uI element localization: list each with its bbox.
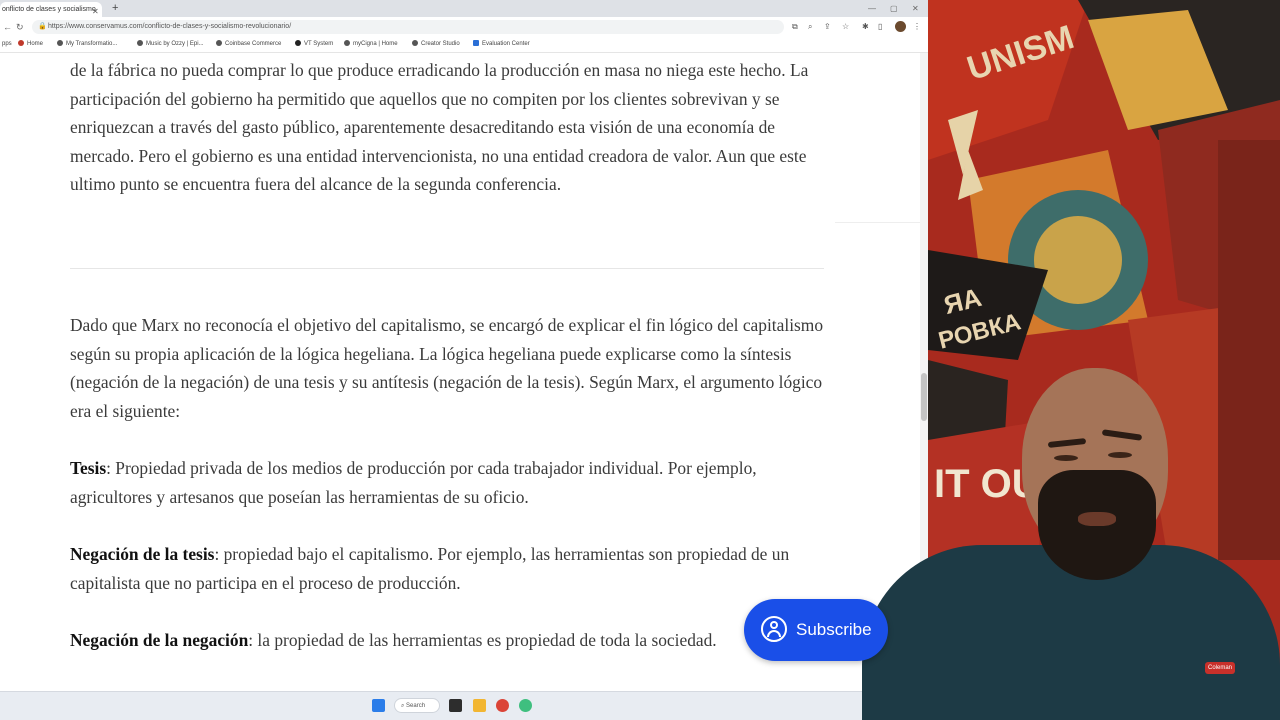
browser-tab[interactable]: onflicto de clases y socialismo ✕ bbox=[0, 2, 102, 17]
reload-icon[interactable]: ↻ bbox=[16, 21, 24, 33]
task-view-icon[interactable] bbox=[449, 699, 462, 712]
apps-icon[interactable]: pps bbox=[2, 37, 12, 52]
negation-thesis-term: Negación de la tesis bbox=[70, 544, 215, 564]
tab-bar: onflicto de clases y socialismo ✕ + — ▢ … bbox=[0, 0, 928, 17]
thesis-term: Tesis bbox=[70, 458, 107, 478]
article-paragraph-1: de la fábrica no pueda comprar lo que pr… bbox=[70, 60, 809, 195]
taskbar-search-label: Search bbox=[406, 703, 426, 709]
tab-close-icon[interactable]: ✕ bbox=[92, 4, 99, 17]
lock-icon: 🔒 bbox=[38, 23, 47, 30]
subscribe-button[interactable]: Subscribe bbox=[744, 599, 888, 661]
bookmark-mycigna[interactable]: myCigna | Home bbox=[344, 37, 398, 52]
windows-taskbar: ⌕ Search bbox=[0, 691, 928, 720]
bookmark-evaluation-center[interactable]: Evaluation Center bbox=[473, 37, 530, 52]
minimize-icon[interactable]: — bbox=[868, 2, 876, 15]
person-left-eye bbox=[1054, 455, 1078, 461]
tab-title: onflicto de clases y socialismo bbox=[2, 6, 96, 13]
home-bookmark-icon bbox=[18, 40, 24, 47]
negation-negation-term: Negación de la negación bbox=[70, 630, 249, 650]
subscribe-label: Subscribe bbox=[796, 620, 872, 639]
section-divider bbox=[70, 268, 824, 269]
globe-icon bbox=[412, 40, 418, 47]
user-icon bbox=[761, 616, 787, 642]
bookmark-creator-studio[interactable]: Creator Studio bbox=[412, 37, 460, 52]
address-bar[interactable]: 🔒 https://www.conservamus.com/conflicto-… bbox=[32, 20, 784, 34]
window-close-icon[interactable]: ✕ bbox=[912, 2, 919, 15]
file-explorer-icon[interactable] bbox=[473, 699, 486, 712]
menu-icon[interactable]: ⋮ bbox=[913, 21, 921, 33]
globe-icon bbox=[344, 40, 350, 47]
windows-icon bbox=[473, 40, 479, 47]
share-icon[interactable]: ⇪ bbox=[824, 21, 831, 33]
new-tab-icon[interactable]: + bbox=[112, 2, 118, 15]
negation-thesis-paragraph: Negación de la tesis: propiedad bajo el … bbox=[70, 540, 830, 597]
margin-divider bbox=[835, 222, 920, 223]
bookmark-coinbase[interactable]: Coinbase Commerce bbox=[216, 37, 281, 52]
translate-icon[interactable]: ⧉ bbox=[792, 21, 798, 33]
taskbar-search[interactable]: ⌕ Search bbox=[394, 698, 440, 713]
article-paragraph-2: Dado que Marx no reconocía el objetivo d… bbox=[70, 315, 824, 421]
app-icon[interactable] bbox=[519, 699, 532, 712]
chrome-icon[interactable] bbox=[496, 699, 509, 712]
maximize-icon[interactable]: ▢ bbox=[890, 2, 898, 15]
shirt-logo: Coleman bbox=[1205, 662, 1235, 674]
scrollbar-thumb[interactable] bbox=[921, 373, 927, 421]
thesis-paragraph: Tesis: Propiedad privada de los medios d… bbox=[70, 454, 830, 511]
vt-icon bbox=[295, 40, 301, 47]
star-icon[interactable]: ☆ bbox=[842, 21, 849, 33]
sidepanel-icon[interactable]: ▯ bbox=[878, 21, 882, 33]
start-icon[interactable] bbox=[372, 699, 385, 712]
article-content: de la fábrica no pueda comprar lo que pr… bbox=[0, 53, 920, 691]
globe-icon bbox=[137, 40, 143, 47]
thesis-text: : Propiedad privada de los medios de pro… bbox=[70, 458, 757, 507]
negation-negation-paragraph: Negación de la negación: la propiedad de… bbox=[70, 626, 830, 655]
bookmark-transformation[interactable]: My Transformatio... bbox=[57, 37, 117, 52]
bookmark-music[interactable]: Music by Ozzy | Epi... bbox=[137, 37, 204, 52]
profile-avatar[interactable] bbox=[895, 21, 906, 32]
extensions-icon[interactable]: ✱ bbox=[862, 21, 869, 33]
bookmark-vt-system[interactable]: VT System bbox=[295, 37, 333, 52]
bookmark-home[interactable]: Home bbox=[18, 37, 43, 52]
bookmarks-bar: pps Home My Transformatio... Music by Oz… bbox=[0, 37, 928, 53]
zoom-icon[interactable]: ⌕ bbox=[808, 21, 812, 33]
person-right-eye bbox=[1108, 452, 1132, 458]
address-toolbar: ← ↻ 🔒 https://www.conservamus.com/confli… bbox=[0, 17, 928, 37]
person-mouth bbox=[1078, 512, 1116, 526]
globe-icon bbox=[216, 40, 222, 47]
address-url: https://www.conservamus.com/conflicto-de… bbox=[48, 23, 292, 30]
back-icon[interactable]: ← bbox=[3, 21, 12, 33]
negation-negation-text: : la propiedad de las herramientas es pr… bbox=[248, 630, 717, 650]
globe-icon bbox=[57, 40, 63, 47]
